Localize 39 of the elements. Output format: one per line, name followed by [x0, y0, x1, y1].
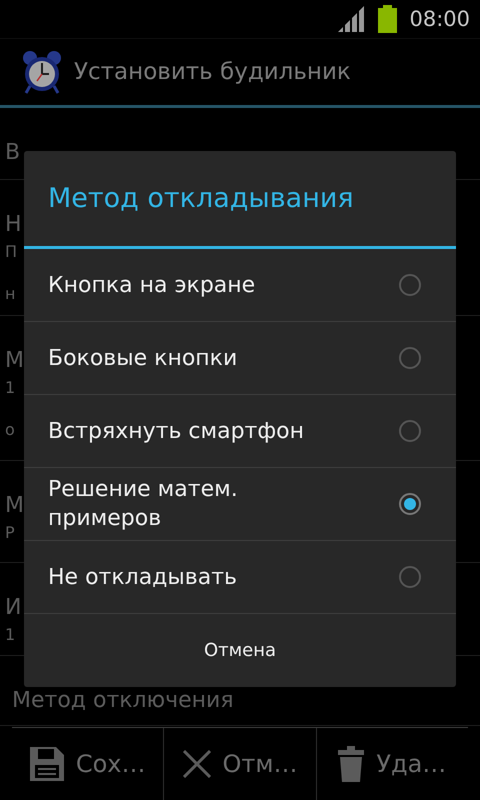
trash-can-icon: [338, 746, 364, 782]
signal-icon: [338, 6, 366, 32]
option-item[interactable]: Встряхнуть смартфон: [24, 395, 456, 468]
cancel-button[interactable]: Отм…: [164, 728, 317, 800]
option-item[interactable]: Не откладывать: [24, 541, 456, 614]
dialog-title: Метод откладывания: [24, 151, 456, 249]
option-item[interactable]: Решение матем. примеров: [24, 468, 456, 541]
option-label: Встряхнуть смартфон: [48, 418, 304, 446]
setting-summary: 1: [5, 624, 16, 646]
option-label: Решение матем. примеров: [48, 476, 239, 533]
option-label: Не откладывать: [48, 564, 237, 592]
setting-summary: П: [5, 241, 18, 263]
battery-icon: [378, 5, 398, 33]
setting-title: Метод отключения: [11, 687, 234, 715]
clock-time: 08:00: [409, 7, 470, 31]
setting-summary: 1: [5, 377, 16, 399]
close-icon: [182, 750, 210, 778]
option-item[interactable]: Боковые кнопки: [24, 322, 456, 395]
setting-title: М: [5, 347, 24, 375]
setting-title: И: [5, 594, 22, 622]
alarm-clock-icon: [22, 50, 62, 94]
option-item[interactable]: Кнопка на экране: [24, 249, 456, 322]
option-label: Боковые кнопки: [48, 344, 238, 372]
cancel-button[interactable]: Отмена: [24, 614, 456, 687]
radio-button[interactable]: [399, 493, 421, 515]
delete-button[interactable]: Уда…: [316, 728, 468, 800]
setting-title: В: [5, 139, 20, 167]
radio-button[interactable]: [399, 420, 421, 442]
radio-button[interactable]: [399, 274, 421, 296]
setting-note: н: [5, 283, 16, 305]
setting-title: Н: [5, 211, 22, 239]
setting-summary: Р: [5, 522, 15, 544]
save-button[interactable]: Сох…: [12, 728, 164, 800]
radio-button[interactable]: [399, 347, 421, 369]
radio-button[interactable]: [399, 566, 421, 588]
screen-title: Установить будильник: [74, 59, 351, 85]
setting-title: М: [5, 492, 24, 520]
setting-note: о: [5, 419, 15, 441]
option-label: Кнопка на экране: [48, 272, 256, 300]
